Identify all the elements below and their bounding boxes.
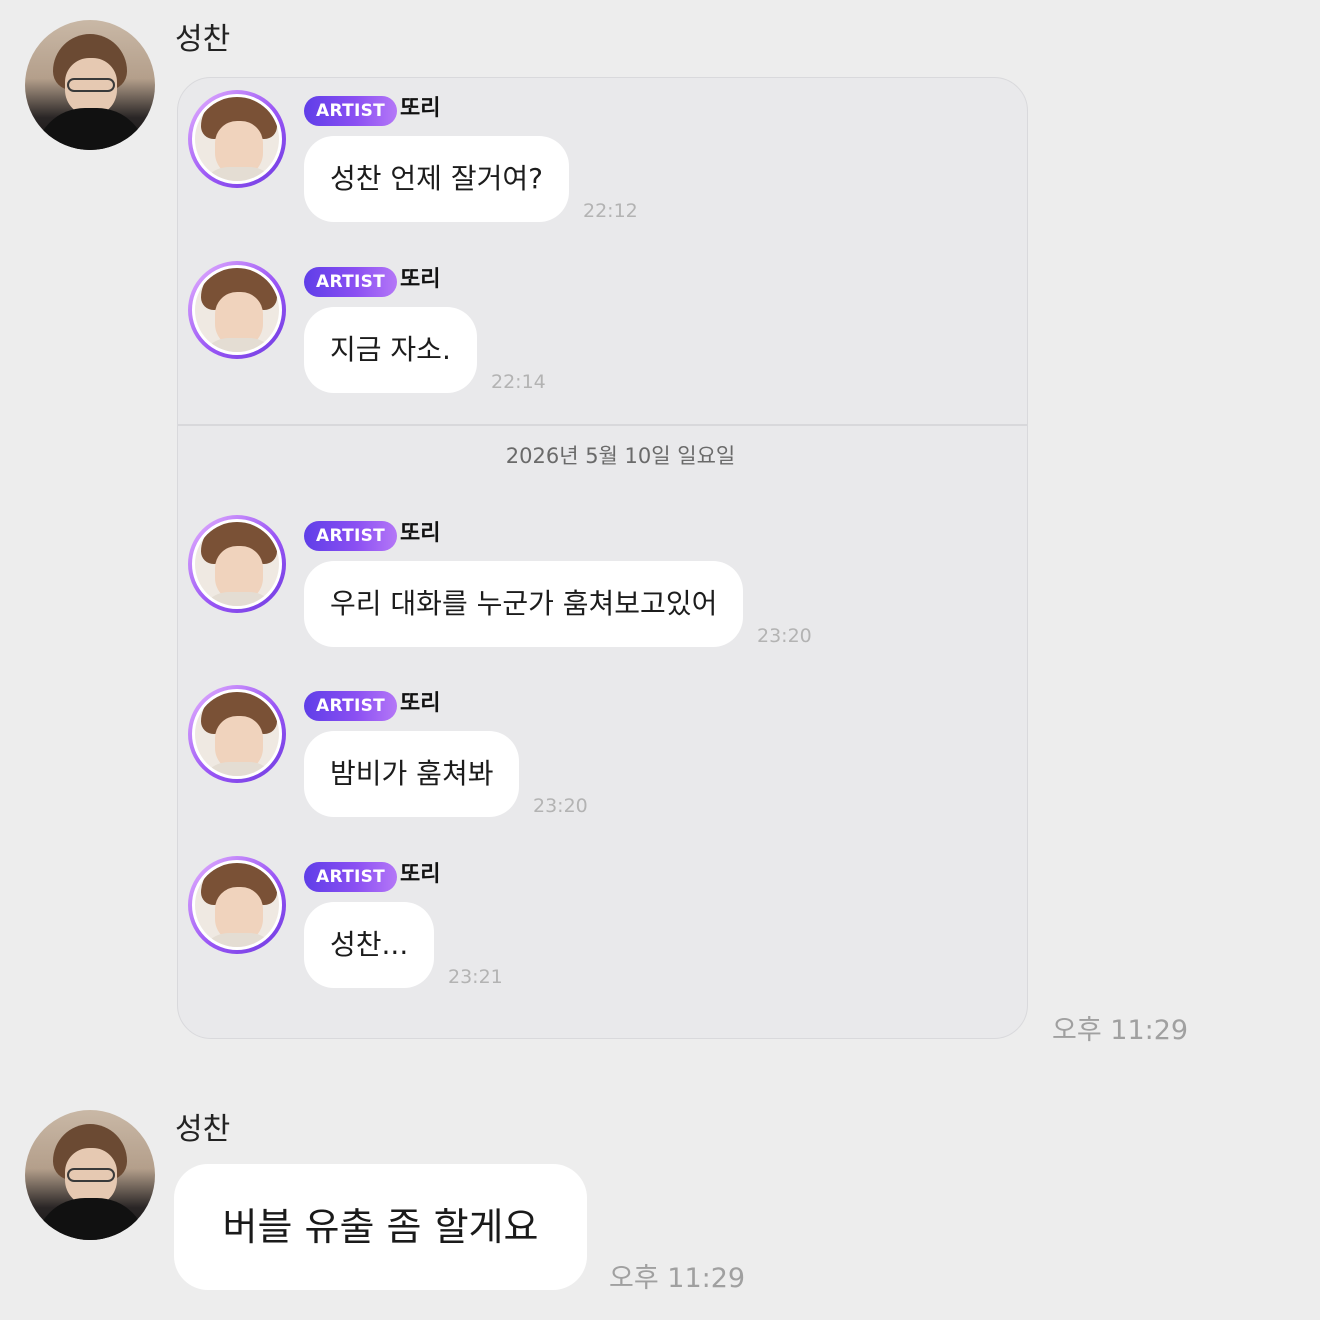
message-bubble[interactable]: 우리 대화를 누군가 훔쳐보고있어 [304, 561, 744, 647]
shared-chat-card[interactable]: ARTIST 또리 성찬 언제 잘거여? 22:12 ARTIST 또리 지금 … [177, 77, 1028, 1039]
date-divider: 2026년 5월 10일 일요일 [505, 444, 736, 468]
section-divider [178, 424, 1027, 426]
artist-avatar-photo [192, 265, 282, 355]
artist-badge: ARTIST [304, 691, 398, 721]
message-bubble[interactable]: 성찬 언제 잘거여? [304, 136, 569, 222]
message-time: 오후 11:29 [1052, 1015, 1189, 1046]
avatar-body [199, 167, 279, 181]
message-time: 23:20 [533, 795, 588, 817]
avatar-glasses [67, 1168, 115, 1182]
sender-name: 성찬 [175, 1112, 231, 1147]
artist-name: 또리 [400, 691, 441, 716]
artist-name: 또리 [400, 267, 441, 292]
avatar-seongchan[interactable] [25, 1110, 155, 1240]
sender-name: 성찬 [175, 22, 231, 57]
message-time: 오후 11:29 [609, 1263, 746, 1294]
card-message: ARTIST 또리 지금 자소. 22:14 [188, 249, 1008, 393]
message-time: 22:12 [583, 200, 638, 222]
artist-avatar-photo [192, 689, 282, 779]
message-time: 22:14 [491, 371, 546, 393]
artist-avatar[interactable] [188, 90, 286, 188]
message-bubble[interactable]: 지금 자소. [304, 307, 477, 393]
avatar-seongchan[interactable] [25, 20, 155, 150]
message-bubble[interactable]: 성찬... [304, 902, 435, 988]
artist-badge: ARTIST [304, 862, 398, 892]
avatar-coat [35, 1198, 147, 1240]
message-time: 23:20 [757, 625, 812, 647]
artist-avatar[interactable] [188, 515, 286, 613]
card-message: ARTIST 또리 밤비가 훔쳐봐 23:20 [188, 673, 1008, 817]
avatar-body [199, 933, 279, 947]
artist-badge: ARTIST [304, 521, 398, 551]
artist-avatar-photo [192, 94, 282, 184]
message-bubble[interactable]: 밤비가 훔쳐봐 [304, 731, 520, 817]
message-bubble[interactable]: 버블 유출 좀 할게요 [174, 1164, 587, 1290]
avatar-coat [35, 108, 147, 150]
card-message: ARTIST 또리 성찬 언제 잘거여? 22:12 [188, 78, 1008, 222]
avatar-body [199, 338, 279, 352]
artist-avatar[interactable] [188, 261, 286, 359]
artist-badge: ARTIST [304, 267, 398, 297]
artist-avatar[interactable] [188, 856, 286, 954]
artist-avatar[interactable] [188, 685, 286, 783]
avatar-body [199, 762, 279, 776]
card-message: ARTIST 또리 성찬... 23:21 [188, 844, 1008, 988]
artist-badge: ARTIST [304, 96, 398, 126]
artist-avatar-photo [192, 519, 282, 609]
artist-name: 또리 [400, 96, 441, 121]
artist-name: 또리 [400, 521, 441, 546]
card-message: ARTIST 또리 우리 대화를 누군가 훔쳐보고있어 23:20 [188, 503, 1008, 647]
artist-avatar-photo [192, 860, 282, 950]
message-time: 23:21 [448, 966, 503, 988]
artist-name: 또리 [400, 862, 441, 887]
avatar-glasses [67, 78, 115, 92]
avatar-body [199, 592, 279, 606]
